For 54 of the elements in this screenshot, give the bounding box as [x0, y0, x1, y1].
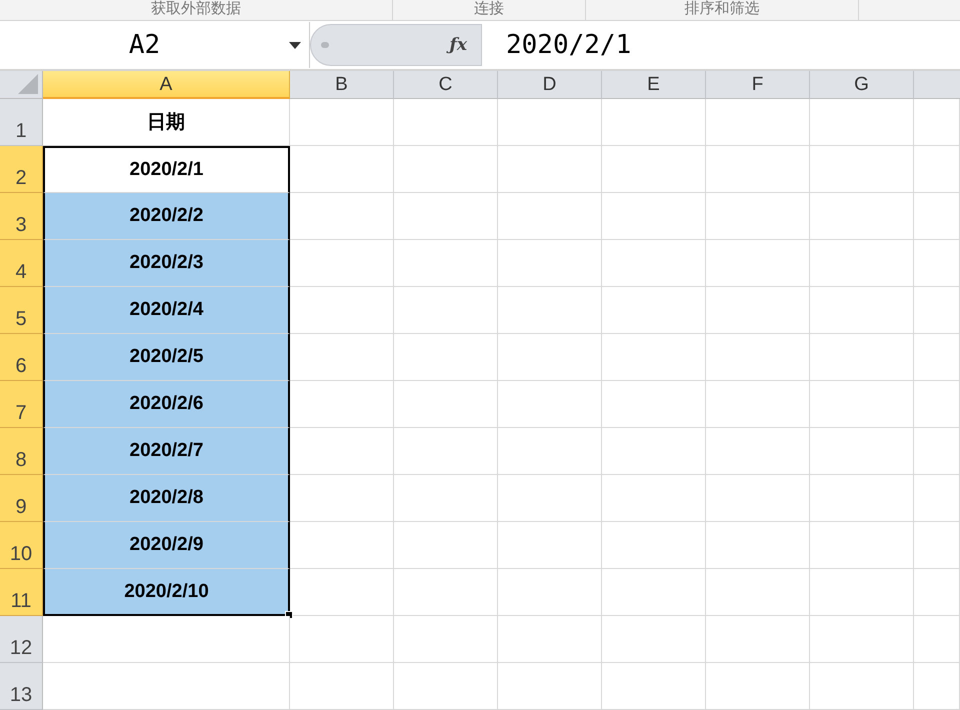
- table-cell: 2020/2/7: [43, 428, 290, 475]
- table-cell: [914, 381, 960, 428]
- table-cell: [914, 522, 960, 569]
- ribbon-group-label: 获取外部数据: [0, 0, 393, 20]
- table-cell: 2020/2/9: [43, 522, 290, 569]
- formula-input[interactable]: 2020/2/1: [482, 30, 960, 60]
- row-header[interactable]: 10: [0, 522, 43, 569]
- table-cell: 日期: [43, 99, 290, 146]
- row-header[interactable]: 2: [0, 146, 43, 193]
- dropdown-caret-icon: [289, 42, 301, 48]
- table-cell: 2020/2/2: [43, 193, 290, 240]
- table-cell: [914, 287, 960, 334]
- column-header[interactable]: B: [290, 71, 394, 99]
- ribbon-group-label: 排序和筛选: [586, 0, 859, 20]
- select-all-button[interactable]: [0, 71, 43, 99]
- row-header[interactable]: 6: [0, 334, 43, 381]
- column-header[interactable]: D: [498, 71, 602, 99]
- row-header[interactable]: 7: [0, 381, 43, 428]
- table-cell: [914, 99, 960, 146]
- table-cell: 2020/2/6: [43, 381, 290, 428]
- row-header[interactable]: 9: [0, 475, 43, 522]
- column-header[interactable]: F: [706, 71, 810, 99]
- column-header[interactable]: A: [43, 71, 290, 99]
- table-cell: 2020/2/4: [43, 287, 290, 334]
- name-box[interactable]: A2: [0, 22, 310, 68]
- table-cell: [914, 334, 960, 381]
- corner-triangle-icon: [18, 74, 38, 94]
- table-cell: 2020/2/3: [43, 240, 290, 287]
- column-header[interactable]: E: [602, 71, 706, 99]
- table-cell: [914, 663, 960, 710]
- row-header[interactable]: 11: [0, 569, 43, 616]
- row-header[interactable]: 4: [0, 240, 43, 287]
- column-header[interactable]: C: [394, 71, 498, 99]
- row-header[interactable]: 3: [0, 193, 43, 240]
- table-cell: [914, 428, 960, 475]
- row-header[interactable]: 12: [0, 616, 43, 663]
- column-header[interactable]: G: [810, 71, 914, 99]
- table-cell: [914, 569, 960, 616]
- table-cell: [914, 616, 960, 663]
- table-cell: [914, 193, 960, 240]
- row-header[interactable]: 1: [0, 99, 43, 146]
- table-cell: 2020/2/10: [43, 569, 290, 616]
- table-cell: [914, 475, 960, 522]
- table-cell: 2020/2/5: [43, 334, 290, 381]
- ribbon-group-label: 连接: [393, 0, 586, 20]
- grip-icon: [321, 42, 329, 48]
- table-cell: 2020/2/1: [43, 146, 290, 193]
- row-header[interactable]: 13: [0, 663, 43, 710]
- row-header[interactable]: 5: [0, 287, 43, 334]
- table-cell: [914, 240, 960, 287]
- row-header[interactable]: 8: [0, 428, 43, 475]
- column-header[interactable]: [914, 71, 960, 99]
- table-cell: 2020/2/8: [43, 475, 290, 522]
- table-cell: [914, 146, 960, 193]
